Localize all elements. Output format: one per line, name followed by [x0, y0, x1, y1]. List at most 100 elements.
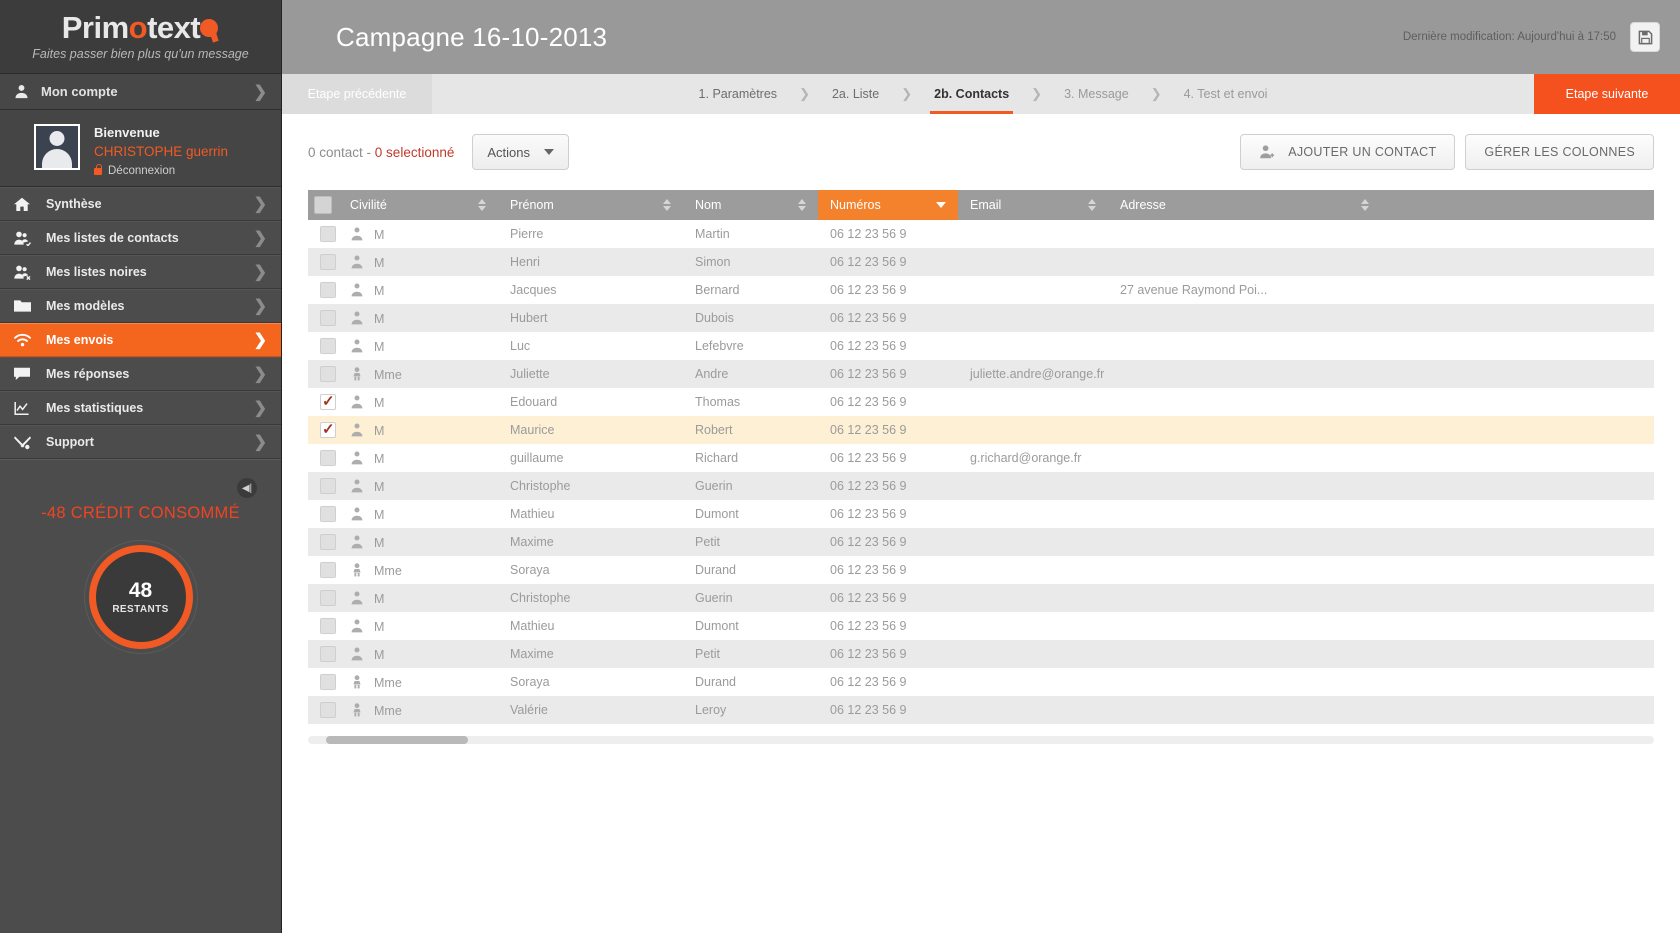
sort-icon[interactable] — [1361, 199, 1369, 211]
horizontal-scrollbar[interactable] — [308, 736, 1654, 744]
row-select-cell[interactable] — [308, 332, 338, 360]
table-row[interactable]: MJacquesBernard06 12 23 56 927 avenue Ra… — [308, 276, 1654, 304]
row-checkbox[interactable] — [320, 702, 336, 718]
save-button[interactable] — [1630, 22, 1660, 52]
row-checkbox[interactable] — [320, 478, 336, 494]
cell-adresse — [1108, 640, 1381, 668]
table-row[interactable]: MPierreMartin06 12 23 56 9 — [308, 220, 1654, 248]
table-row[interactable]: MHubertDubois06 12 23 56 9 — [308, 304, 1654, 332]
table-row[interactable]: MmeSorayaDurand06 12 23 56 9 — [308, 668, 1654, 696]
step-2[interactable]: 2a. Liste — [824, 74, 887, 114]
table-row[interactable]: MLucLefebvre06 12 23 56 9 — [308, 332, 1654, 360]
sort-icon[interactable] — [478, 199, 486, 211]
previous-step-button[interactable]: Etape précédente — [282, 74, 432, 114]
step-5[interactable]: 4. Test et envoi — [1176, 74, 1276, 114]
table-row[interactable]: MmeJulietteAndre06 12 23 56 9juliette.an… — [308, 360, 1654, 388]
add-contact-button[interactable]: AJOUTER UN CONTACT — [1240, 134, 1455, 170]
table-row[interactable]: MMauriceRobert06 12 23 56 9 — [308, 416, 1654, 444]
table-row[interactable]: MguillaumeRichard06 12 23 56 9g.richard@… — [308, 444, 1654, 472]
column-header-pr-nom[interactable]: Prénom — [498, 190, 683, 220]
row-select-cell[interactable] — [308, 612, 338, 640]
chevron-down-icon[interactable] — [936, 202, 946, 208]
row-select-cell[interactable] — [308, 584, 338, 612]
table-row[interactable]: MChristopheGuerin06 12 23 56 9 — [308, 472, 1654, 500]
collapse-left-icon[interactable]: ◀| — [237, 478, 257, 498]
row-select-cell[interactable] — [308, 276, 338, 304]
row-checkbox[interactable] — [320, 338, 336, 354]
row-select-cell[interactable] — [308, 556, 338, 584]
row-checkbox[interactable] — [320, 646, 336, 662]
row-checkbox[interactable] — [320, 422, 336, 438]
step-3[interactable]: 2b. Contacts — [926, 74, 1017, 114]
row-select-cell[interactable] — [308, 696, 338, 724]
row-select-cell[interactable] — [308, 360, 338, 388]
sort-icon[interactable] — [1088, 199, 1096, 211]
cell-email — [958, 220, 1108, 248]
row-checkbox[interactable] — [320, 562, 336, 578]
scrollbar-thumb[interactable] — [326, 736, 468, 744]
row-select-cell[interactable] — [308, 500, 338, 528]
row-checkbox[interactable] — [320, 226, 336, 242]
table-row[interactable]: MmeSorayaDurand06 12 23 56 9 — [308, 556, 1654, 584]
actions-dropdown-button[interactable]: Actions — [472, 134, 569, 170]
row-select-cell[interactable] — [308, 668, 338, 696]
row-checkbox[interactable] — [320, 282, 336, 298]
sidebar-item-mes-envois[interactable]: Mes envois❯ — [0, 323, 281, 357]
select-all-header[interactable] — [308, 190, 338, 220]
sidebar-item-support[interactable]: Support❯ — [0, 425, 281, 459]
row-select-cell[interactable] — [308, 220, 338, 248]
row-select-cell[interactable] — [308, 640, 338, 668]
table-row[interactable]: MMathieuDumont06 12 23 56 9 — [308, 500, 1654, 528]
column-header-civilit[interactable]: Civilité — [338, 190, 498, 220]
table-row[interactable]: MMaximePetit06 12 23 56 9 — [308, 640, 1654, 668]
row-select-cell[interactable] — [308, 444, 338, 472]
sort-icon[interactable] — [798, 199, 806, 211]
step-4[interactable]: 3. Message — [1056, 74, 1137, 114]
row-checkbox[interactable] — [320, 310, 336, 326]
cell-numero: 06 12 23 56 9 — [818, 360, 958, 388]
row-checkbox[interactable] — [320, 618, 336, 634]
next-step-button[interactable]: Etape suivante — [1534, 74, 1680, 114]
table-row[interactable]: MChristopheGuerin06 12 23 56 9 — [308, 584, 1654, 612]
row-select-cell[interactable] — [308, 416, 338, 444]
cell-numero: 06 12 23 56 9 — [818, 220, 958, 248]
table-row[interactable]: MEdouardThomas06 12 23 56 9 — [308, 388, 1654, 416]
row-checkbox[interactable] — [320, 254, 336, 270]
sidebar-item-mon-compte[interactable]: Mon compte ❯ — [0, 74, 281, 110]
cell-nom: Leroy — [683, 696, 818, 724]
row-checkbox[interactable] — [320, 450, 336, 466]
row-select-cell[interactable] — [308, 528, 338, 556]
table-row[interactable]: MMathieuDumont06 12 23 56 9 — [308, 612, 1654, 640]
column-header-nom[interactable]: Nom — [683, 190, 818, 220]
table-row[interactable]: MmeValérieLeroy06 12 23 56 9 — [308, 696, 1654, 724]
row-checkbox[interactable] — [320, 590, 336, 606]
row-select-cell[interactable] — [308, 304, 338, 332]
select-all-checkbox[interactable] — [314, 196, 332, 214]
table-row[interactable]: MHenriSimon06 12 23 56 9 — [308, 248, 1654, 276]
manage-columns-button[interactable]: GÉRER LES COLONNES — [1465, 134, 1654, 170]
row-checkbox[interactable] — [320, 674, 336, 690]
row-select-cell[interactable] — [308, 248, 338, 276]
row-checkbox[interactable] — [320, 534, 336, 550]
row-checkbox[interactable] — [320, 506, 336, 522]
sidebar-item-mes-listes-noires[interactable]: Mes listes noires❯ — [0, 255, 281, 289]
cell-numero: 06 12 23 56 9 — [818, 612, 958, 640]
row-checkbox[interactable] — [320, 394, 336, 410]
column-header-num-ros[interactable]: Numéros — [818, 190, 958, 220]
logout-link[interactable]: Déconnexion — [94, 165, 228, 177]
row-select-cell[interactable] — [308, 472, 338, 500]
column-header-adresse[interactable]: Adresse — [1108, 190, 1381, 220]
sort-icon[interactable] — [663, 199, 671, 211]
cell-civilite-value: M — [374, 452, 384, 466]
logo[interactable]: Primotext Faites passer bien plus qu'un … — [0, 0, 281, 74]
row-checkbox[interactable] — [320, 366, 336, 382]
sidebar-item-synth-se[interactable]: Synthèse❯ — [0, 187, 281, 221]
row-select-cell[interactable] — [308, 388, 338, 416]
sidebar-item-mes-mod-les[interactable]: Mes modèles❯ — [0, 289, 281, 323]
column-header-email[interactable]: Email — [958, 190, 1108, 220]
sidebar-item-mes-r-ponses[interactable]: Mes réponses❯ — [0, 357, 281, 391]
sidebar-item-mes-listes-de-contacts[interactable]: Mes listes de contacts❯ — [0, 221, 281, 255]
sidebar-item-mes-statistiques[interactable]: Mes statistiques❯ — [0, 391, 281, 425]
step-1[interactable]: 1. Paramètres — [691, 74, 786, 114]
table-row[interactable]: MMaximePetit06 12 23 56 9 — [308, 528, 1654, 556]
